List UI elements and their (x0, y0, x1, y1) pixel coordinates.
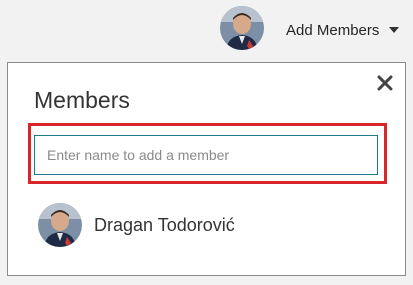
current-user-avatar[interactable] (220, 6, 264, 50)
top-bar: Add Members (0, 0, 413, 62)
members-panel: Members Dragan Todorović (7, 62, 406, 276)
panel-title: Members (34, 87, 130, 113)
member-list-item[interactable]: Dragan Todorović (38, 203, 235, 247)
avatar-image (38, 203, 82, 247)
add-members-label: Add Members (286, 21, 380, 39)
member-avatar (38, 203, 82, 247)
chevron-down-icon (389, 27, 400, 33)
avatar-image (220, 6, 264, 50)
member-name: Dragan Todorović (94, 214, 235, 235)
add-members-button[interactable]: Add Members (286, 18, 400, 42)
member-search-input[interactable] (34, 135, 378, 175)
close-icon[interactable] (375, 73, 395, 93)
